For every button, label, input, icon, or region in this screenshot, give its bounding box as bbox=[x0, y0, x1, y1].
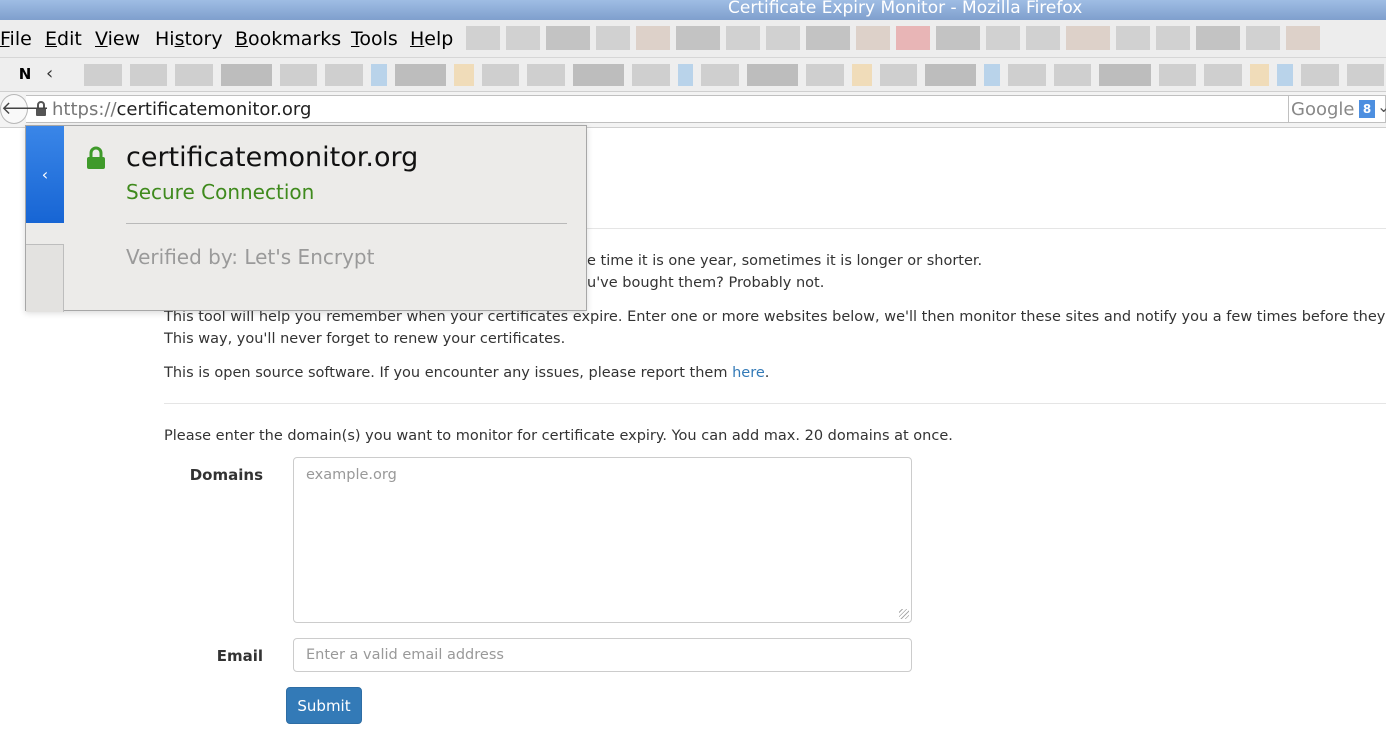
back-button[interactable]: 🡐 bbox=[0, 94, 49, 124]
intro-text-line1: e time it is one year, sometimes it is l… bbox=[587, 253, 983, 269]
menu-help[interactable]: Help bbox=[410, 28, 453, 50]
submit-button[interactable]: Submit bbox=[286, 687, 362, 724]
chevron-down-icon[interactable]: ⌄ bbox=[1377, 97, 1386, 116]
intro-text-line2: u've bought them? Probably not. bbox=[587, 275, 825, 291]
chevron-left-icon[interactable]: ‹ bbox=[46, 63, 53, 84]
popup-sidebar: ‹ bbox=[26, 126, 64, 312]
chevron-left-icon: ‹ bbox=[41, 165, 49, 184]
menu-bar: File Edit View History Bookmarks Tools H… bbox=[0, 20, 1386, 58]
blurred-toolbar-icons bbox=[466, 25, 1386, 51]
popup-divider bbox=[126, 223, 567, 224]
google-plus-icon: 8 bbox=[1359, 100, 1375, 118]
menu-bookmarks[interactable]: Bookmarks bbox=[235, 28, 341, 50]
menu-tools[interactable]: Tools bbox=[351, 28, 398, 50]
navigation-toolbar: https://certificatemonitor.org 🡐 Google … bbox=[0, 92, 1386, 128]
form-intro-text: Please enter the domain(s) you want to m… bbox=[164, 428, 953, 444]
domains-textarea[interactable] bbox=[293, 457, 912, 623]
blurred-bookmarks bbox=[84, 62, 1384, 88]
domains-label: Domains bbox=[189, 466, 263, 484]
popup-verified-by: Verified by: Let's Encrypt bbox=[126, 245, 375, 269]
open-source-text: This is open source software. If you enc… bbox=[164, 365, 770, 381]
divider bbox=[164, 403, 1386, 404]
menu-file[interactable]: File bbox=[0, 28, 32, 50]
bookmarks-toolbar: N ‹ bbox=[0, 58, 1386, 92]
window-titlebar: Certificate Expiry Monitor - Mozilla Fir… bbox=[0, 0, 1386, 20]
menu-history[interactable]: History bbox=[155, 28, 223, 50]
email-field[interactable] bbox=[293, 638, 912, 672]
popup-back-button[interactable]: ‹ bbox=[26, 126, 64, 223]
secure-lock-icon bbox=[87, 146, 105, 169]
popup-hostname: certificatemonitor.org bbox=[126, 142, 419, 173]
url-field[interactable]: https://certificatemonitor.org bbox=[26, 95, 1288, 123]
menu-view[interactable]: View bbox=[95, 28, 140, 50]
email-label: Email bbox=[216, 647, 263, 665]
site-identity-popup: ‹ certificatemonitor.org Secure Connecti… bbox=[25, 125, 587, 312]
tool-description-line2: This way, you'll never forget to renew y… bbox=[164, 331, 566, 347]
url-text[interactable]: https://certificatemonitor.org bbox=[52, 99, 311, 120]
search-engine-label: Google bbox=[1291, 99, 1355, 120]
report-issues-link[interactable]: here bbox=[732, 365, 765, 381]
popup-connection-status: Secure Connection bbox=[126, 180, 315, 204]
back-arrow-icon: 🡐 bbox=[1, 98, 50, 119]
window-title: Certificate Expiry Monitor - Mozilla Fir… bbox=[728, 0, 1083, 18]
bookmark-n-icon[interactable]: N bbox=[16, 65, 34, 83]
menu-edit[interactable]: Edit bbox=[45, 28, 82, 50]
search-box[interactable]: Google 8 ⌄ bbox=[1288, 95, 1386, 123]
popup-sidebar-row bbox=[26, 223, 64, 245]
resize-grip-icon[interactable] bbox=[899, 609, 909, 619]
